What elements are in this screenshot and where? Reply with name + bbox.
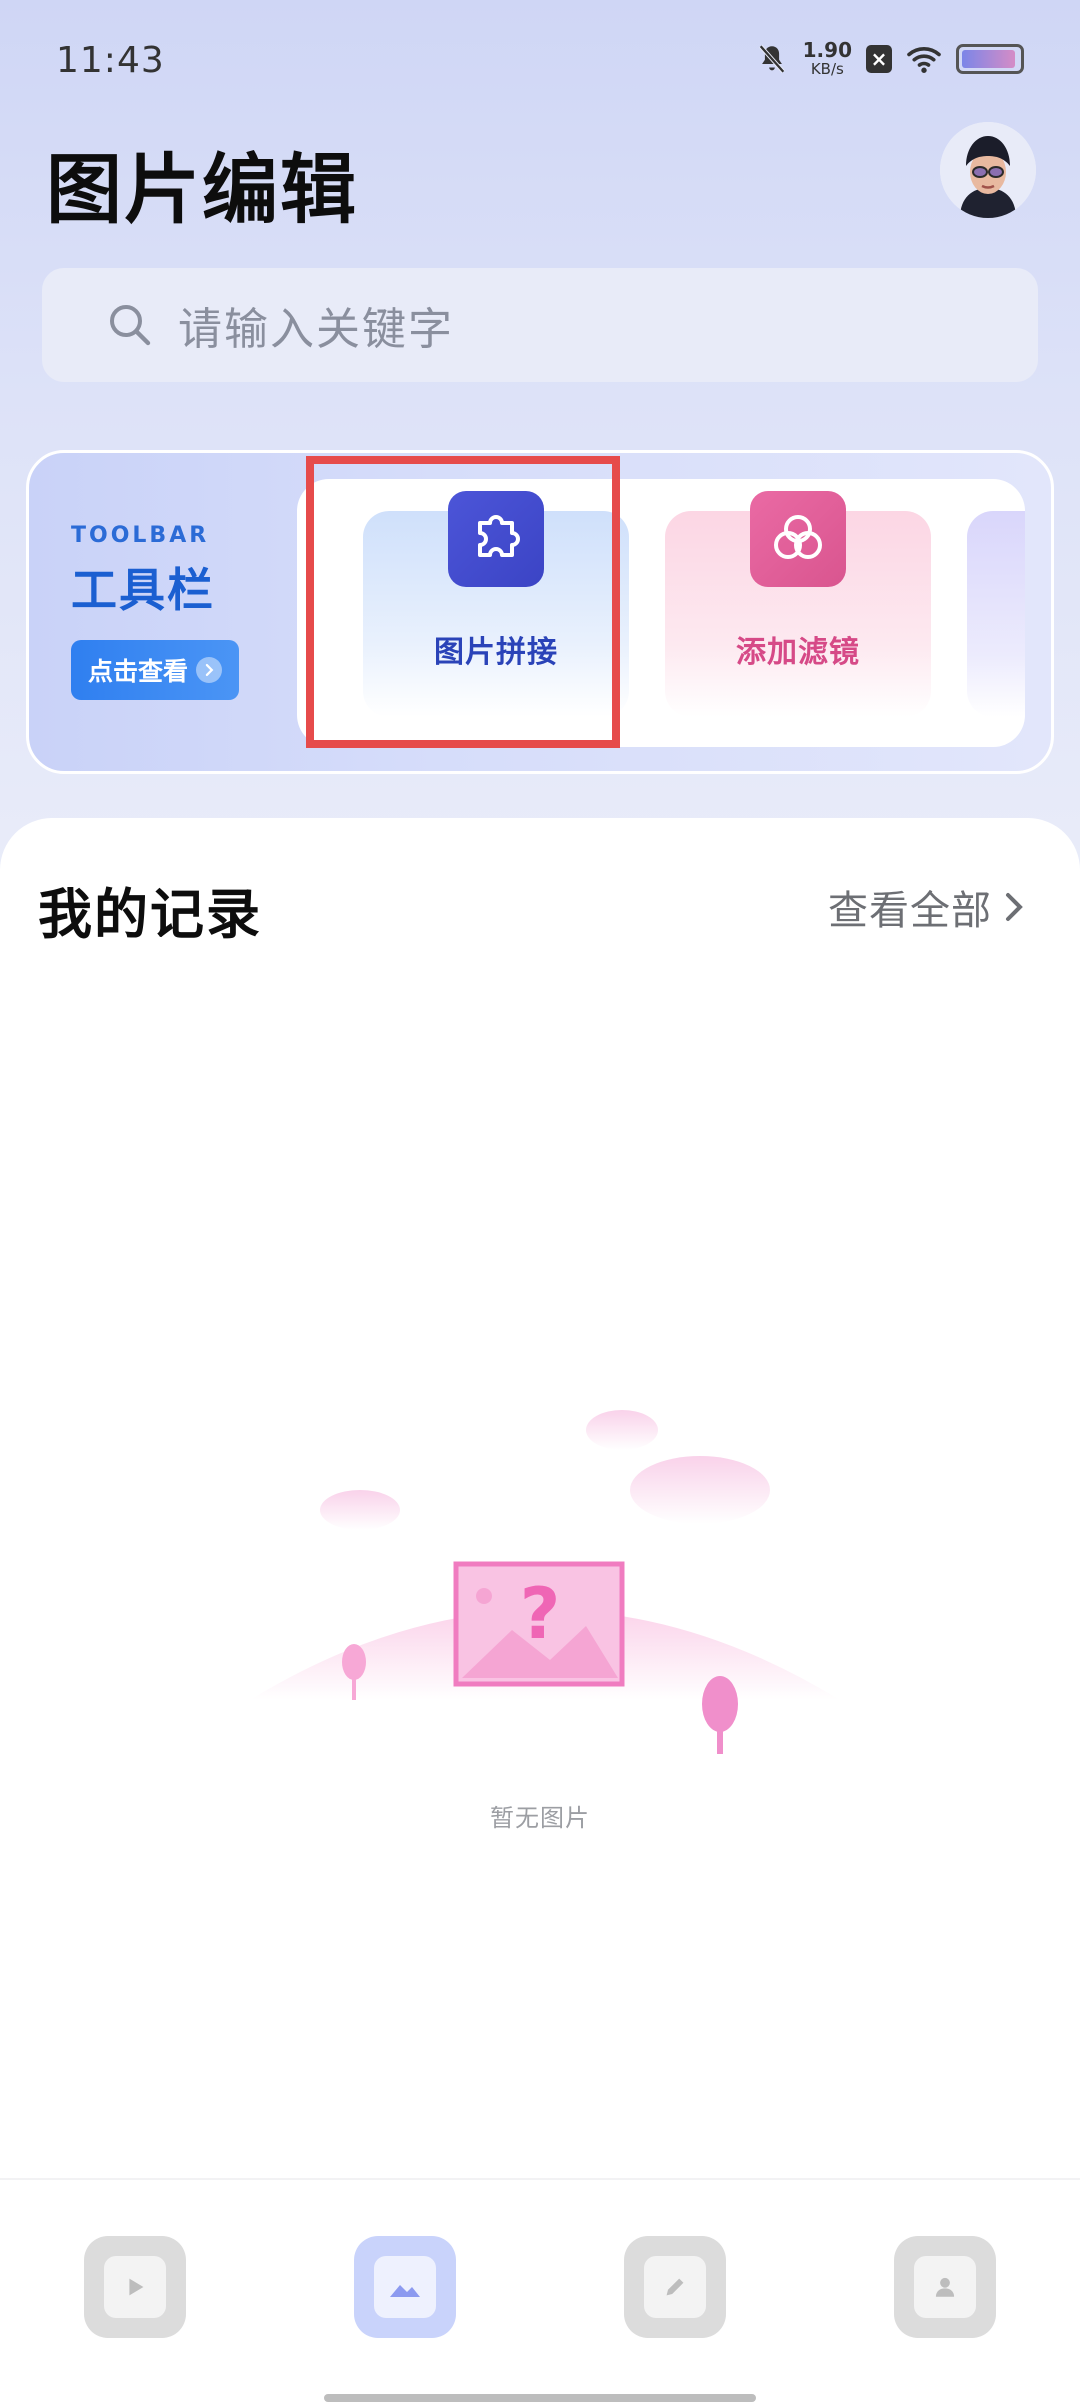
battery-icon [956, 43, 1024, 74]
avatar-image [940, 122, 1036, 218]
toolbar-eyebrow: TOOLBAR [71, 523, 210, 548]
nav-item-edit[interactable] [624, 2236, 726, 2338]
search-placeholder: 请输入关键字 [178, 304, 454, 355]
toolbar-view-button[interactable]: 点击查看 [71, 640, 239, 700]
filter-icon [750, 491, 846, 587]
avatar[interactable] [940, 122, 1036, 218]
network-speed-value: 1.90 [802, 38, 852, 62]
nav-item-video[interactable] [84, 2236, 186, 2338]
home-indicator[interactable] [324, 2394, 756, 2402]
status-icons: 1.90 KB/s × [755, 40, 1024, 77]
search-icon [110, 305, 151, 346]
nav-item-image[interactable] [354, 2236, 456, 2338]
toolbar-heading: 工具栏 [71, 563, 215, 617]
svg-text:?: ? [520, 1573, 561, 1655]
chevron-right-icon [1006, 893, 1023, 921]
toolbar-intro: TOOLBAR 工具栏 点击查看 [71, 523, 239, 700]
view-all-link[interactable]: 查看全部 [828, 878, 1026, 936]
records-title: 我的记录 [38, 883, 262, 946]
empty-state-text: 暂无图片 [490, 1804, 590, 1832]
tool-add-filter[interactable]: 添加滤镜 [665, 491, 931, 717]
tool-label: 添加滤镜 [736, 635, 860, 670]
nav-item-profile[interactable] [894, 2236, 996, 2338]
video-icon [104, 2256, 166, 2318]
tool-partial-next[interactable] [967, 511, 1025, 717]
network-speed-unit: KB/s [810, 60, 844, 78]
page-title: 图片编辑 [46, 145, 358, 234]
toolbar-view-button-label: 点击查看 [87, 657, 188, 686]
profile-icon [914, 2256, 976, 2318]
chevron-right-circle-icon [196, 657, 222, 683]
highlight-box [306, 456, 620, 748]
status-time: 11:43 [56, 40, 165, 81]
network-speed: 1.90 KB/s [803, 40, 852, 77]
notification-x-icon: × [866, 44, 892, 73]
battery-level-fill [962, 49, 1016, 68]
image-icon [374, 2256, 436, 2318]
bell-muted-icon [758, 44, 785, 73]
view-all-label: 查看全部 [828, 888, 992, 934]
search-input[interactable]: 请输入关键字 [42, 268, 1038, 382]
wifi-icon [907, 46, 941, 73]
edit-icon [644, 2256, 706, 2318]
bottom-nav [0, 2178, 1080, 2408]
status-bar: 11:43 1.90 KB/s × [0, 0, 1080, 120]
empty-state-illustration: ? [250, 1410, 840, 1754]
